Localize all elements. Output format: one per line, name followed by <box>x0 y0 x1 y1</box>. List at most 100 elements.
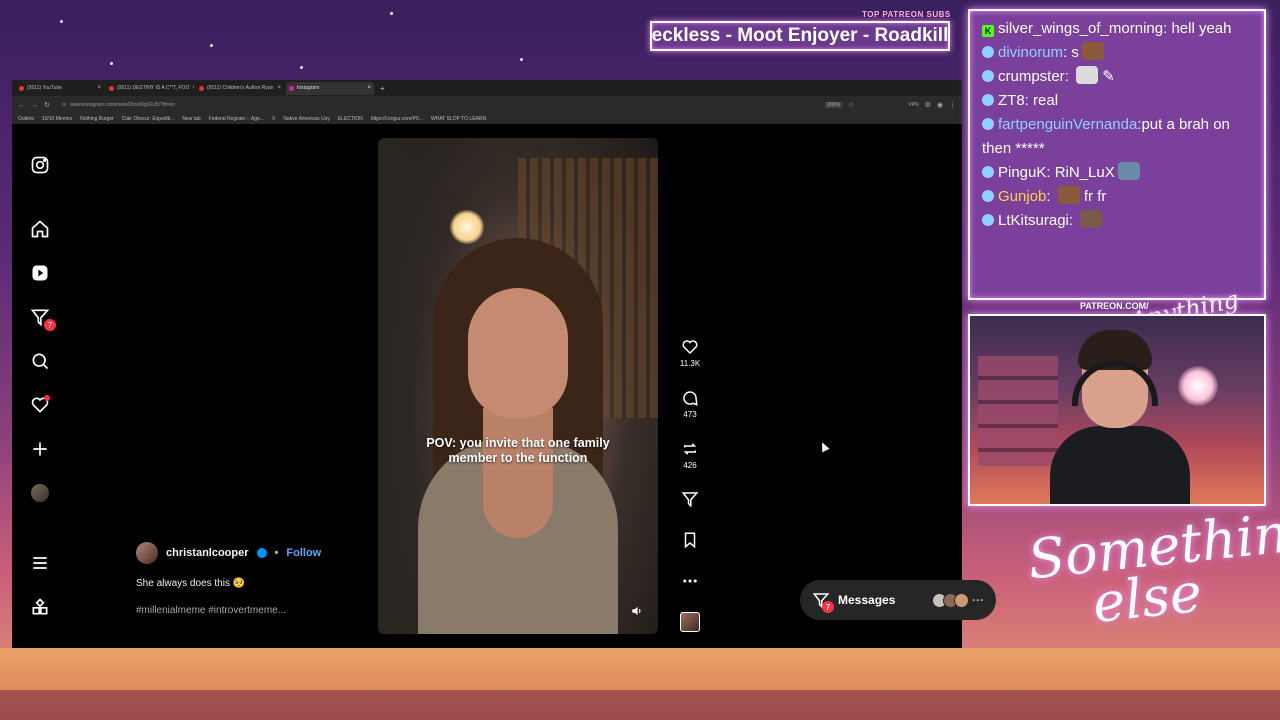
tab-bar: (9511) YouTube × (9511) DESTINY IS A C**T… <box>12 80 962 96</box>
extension-icon[interactable]: ⚙ <box>925 101 931 109</box>
messages-badge: 7 <box>44 319 56 331</box>
also-from-meta-icon[interactable] <box>28 595 52 619</box>
tab-video-2[interactable]: (9511) DESTINY IS A C**T, FOO× <box>106 82 194 95</box>
share-button[interactable] <box>676 490 704 511</box>
repost-button[interactable]: 426 <box>676 440 704 470</box>
save-button[interactable] <box>676 531 704 552</box>
comment-button[interactable]: 473 <box>676 389 704 419</box>
tab-video-3[interactable]: (9511) Children's Author Ryan × <box>196 82 284 95</box>
reel-video[interactable]: POV: you invite that one family member t… <box>378 138 658 634</box>
reel-hashtags[interactable]: #millenialmeme #introvertmeme... <box>136 605 366 616</box>
emote-icon <box>1076 66 1099 84</box>
tab-instagram[interactable]: Instagram × <box>286 81 374 95</box>
stream-signature-logo: Something else <box>1024 497 1280 635</box>
search-icon[interactable] <box>28 349 52 373</box>
background-star <box>60 20 63 23</box>
bookmark-item[interactable]: https://i.imgur.com/P5... <box>371 116 423 122</box>
chat-message: divinorum: s <box>982 41 1252 65</box>
comment-icon <box>683 391 698 406</box>
author-avatar[interactable] <box>136 542 158 564</box>
notifications-heart-icon[interactable] <box>28 393 52 417</box>
chat-text: s <box>1071 44 1079 61</box>
create-plus-icon[interactable] <box>28 437 52 461</box>
video-person-neck <box>483 408 553 538</box>
site-info-icon[interactable]: ⊙ <box>62 102 66 108</box>
tab-label: Instagram <box>297 85 320 91</box>
home-icon[interactable] <box>28 217 52 241</box>
close-icon[interactable]: × <box>367 85 371 91</box>
bookmark-item[interactable]: X <box>272 116 275 122</box>
messages-icon: 7 <box>812 591 834 613</box>
patreon-subs-banner: eckless - Moot Enjoyer - Roadkill <box>650 21 950 51</box>
chat-message: LtKitsuragi: <box>982 209 1252 233</box>
tab-label: (9511) DESTINY IS A C**T, FOO <box>117 85 190 91</box>
webcam-shelf <box>978 356 1058 466</box>
chat-username: fartpenguinVernanda <box>998 116 1138 133</box>
profile-avatar[interactable] <box>28 481 52 505</box>
background-star <box>210 44 213 47</box>
close-icon[interactable]: × <box>192 85 194 91</box>
more-menu-icon[interactable] <box>28 551 52 575</box>
chat-badge-icon <box>982 94 994 106</box>
comment-count: 473 <box>683 410 697 419</box>
instagram-page: 7 POV: you invite that one family member… <box>12 124 996 648</box>
bookmark-item[interactable]: WHAT SLOP TO LEARN <box>431 116 486 122</box>
bookmark-item[interactable]: Native American Usy <box>283 116 329 122</box>
chat-message: ZT8: real <box>982 89 1252 113</box>
bookmark-item[interactable]: New tab <box>182 116 200 122</box>
address-bar[interactable]: ⊙ www.instagram.com/reels/DbsxDg6XLB/?hl… <box>56 99 819 111</box>
bookmark-item[interactable]: 10/10 Memes <box>42 116 72 122</box>
stream-chat: Ksilver_wings_of_morning: hell yeah divi… <box>968 9 1266 300</box>
avatar <box>31 484 49 502</box>
author-row: christanlcooper • Follow <box>136 542 366 564</box>
chat-username: crumpster <box>998 68 1065 85</box>
chat-username: ZT8 <box>998 92 1025 109</box>
volume-icon[interactable] <box>630 604 644 618</box>
follow-button[interactable]: Follow <box>286 547 321 559</box>
youtube-icon <box>19 85 24 91</box>
youtube-icon <box>109 85 114 91</box>
avatar <box>954 592 969 608</box>
vpn-button[interactable]: VPN <box>908 102 918 108</box>
bookmark-item[interactable]: ELECTION <box>338 116 363 122</box>
tab-youtube[interactable]: (9511) YouTube × <box>16 82 104 95</box>
more-options-button[interactable] <box>676 572 704 593</box>
chat-badge-icon <box>982 214 994 226</box>
like-button[interactable]: 11.3K <box>676 338 704 368</box>
close-icon[interactable]: × <box>277 85 281 91</box>
bookmark-item[interactable]: Federal Register :: Age... <box>209 116 264 122</box>
messages-icon[interactable]: 7 <box>28 305 56 331</box>
bookmark-item[interactable]: Outlets <box>18 116 34 122</box>
close-icon[interactable]: × <box>97 85 101 91</box>
chat-username: Gunjob <box>998 188 1047 205</box>
url-text: www.instagram.com/reels/DbsxDg6XLB/?hl=e… <box>70 102 175 108</box>
emote-icon <box>1117 162 1140 180</box>
new-tab-icon[interactable]: + <box>380 84 385 93</box>
bookmark-item[interactable]: Clair Obscur: Expediti... <box>122 116 175 122</box>
browser-window: (9511) YouTube × (9511) DESTINY IS A C**T… <box>12 80 996 648</box>
bookmark-item[interactable]: Nothing Burger <box>80 116 114 122</box>
forward-icon[interactable]: → <box>31 102 38 109</box>
chat-username: silver_wings_of_morning <box>998 20 1164 37</box>
emote-icon <box>1057 186 1080 204</box>
background-star <box>110 62 113 65</box>
chat-text: fr fr <box>1083 188 1107 205</box>
chat-text: RiN_LuX <box>1054 164 1115 181</box>
extension-icon[interactable]: ◉ <box>937 101 943 109</box>
author-username[interactable]: christanlcooper <box>166 547 249 559</box>
reload-icon[interactable]: ↻ <box>44 101 50 109</box>
chat-message: fartpenguinVernanda:put a brah on then *… <box>982 116 1230 157</box>
emote-icon <box>1080 210 1103 228</box>
bookmark-star-icon[interactable]: ☆ <box>848 101 854 109</box>
chat-badge-icon <box>982 70 994 82</box>
chat-username: divinorum <box>998 44 1064 61</box>
back-icon[interactable]: ← <box>18 102 25 109</box>
audio-thumbnail-button[interactable] <box>676 612 704 632</box>
reels-icon[interactable] <box>28 261 52 285</box>
zoom-badge[interactable]: 200% <box>825 102 843 108</box>
messages-button[interactable]: 7 Messages ··· <box>800 580 996 620</box>
chat-badge-icon <box>982 166 994 178</box>
instagram-logo-icon[interactable] <box>28 153 52 177</box>
menu-icon[interactable]: ⋮ <box>949 101 956 109</box>
instagram-favicon-icon <box>289 85 294 91</box>
